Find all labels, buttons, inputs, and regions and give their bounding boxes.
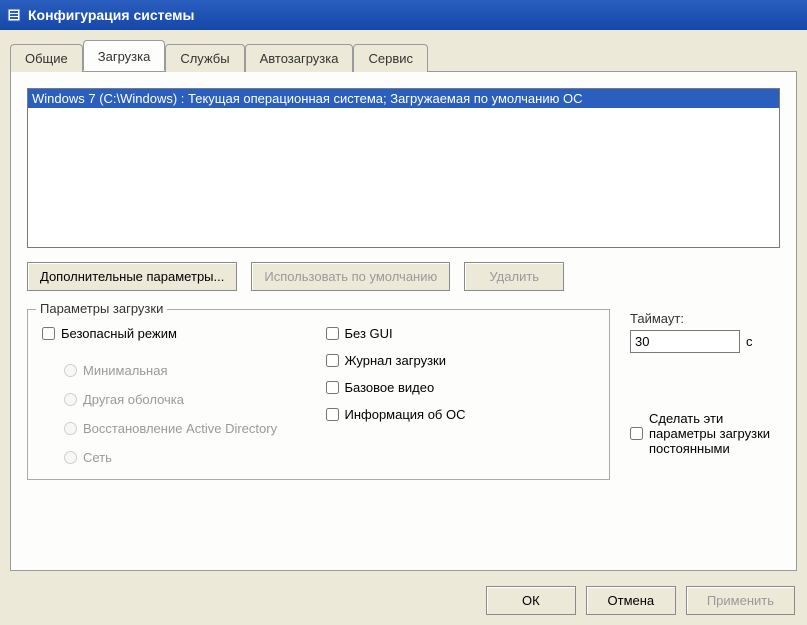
basevideo-label: Базовое видео [345, 380, 435, 395]
safeboot-altshell-label: Другая оболочка [83, 392, 184, 407]
timeout-unit: с [746, 334, 753, 349]
boot-options-legend: Параметры загрузки [36, 301, 167, 316]
safeboot-checkbox-input[interactable] [42, 327, 55, 340]
titlebar[interactable]: Конфигурация системы [0, 0, 807, 30]
safeboot-network-input [64, 451, 77, 464]
safeboot-minimal-radio: Минимальная [64, 363, 312, 378]
msconfig-window: Конфигурация системы Общие Загрузка Служ… [0, 0, 807, 625]
boot-entry-selected[interactable]: Windows 7 (C:\Windows) : Текущая операци… [28, 89, 779, 108]
persist-label: Сделать эти параметры загрузки постоянны… [649, 411, 780, 456]
timeout-label: Таймаут: [630, 311, 780, 326]
boot-options-right-col: Без GUI Журнал загрузки Базовое видео [326, 326, 596, 465]
nogui-label: Без GUI [345, 326, 393, 341]
safeboot-label: Безопасный режим [61, 326, 177, 341]
boot-options-group: Параметры загрузки Безопасный режим Мини… [27, 309, 610, 480]
ok-button[interactable]: ОК [486, 586, 576, 615]
safeboot-adrepair-label: Восстановление Active Directory [83, 421, 277, 436]
osinfo-checkbox[interactable]: Информация об ОС [326, 407, 596, 422]
delete-button: Удалить [464, 262, 564, 291]
window-title: Конфигурация системы [28, 7, 194, 23]
osinfo-label: Информация об ОС [345, 407, 466, 422]
basevideo-checkbox[interactable]: Базовое видео [326, 380, 596, 395]
safeboot-minimal-input [64, 364, 77, 377]
nogui-checkbox[interactable]: Без GUI [326, 326, 596, 341]
safeboot-checkbox[interactable]: Безопасный режим [42, 326, 312, 341]
tab-startup[interactable]: Автозагрузка [245, 44, 354, 72]
boot-right-column: Таймаут: с Сделать эти параметры загрузк… [630, 309, 780, 480]
bootlog-checkbox-input[interactable] [326, 354, 339, 367]
tab-services[interactable]: Службы [165, 44, 244, 72]
tab-general[interactable]: Общие [10, 44, 83, 72]
safeboot-network-label: Сеть [83, 450, 112, 465]
boot-entries-list[interactable]: Windows 7 (C:\Windows) : Текущая операци… [27, 88, 780, 248]
osinfo-checkbox-input[interactable] [326, 408, 339, 421]
boot-options-left-col: Безопасный режим Минимальная Другая обол… [42, 326, 312, 465]
timeout-input[interactable] [630, 330, 740, 353]
safeboot-adrepair-radio: Восстановление Active Directory [64, 421, 312, 436]
nogui-checkbox-input[interactable] [326, 327, 339, 340]
dialog-footer: ОК Отмена Применить [486, 586, 795, 615]
tab-strip: Общие Загрузка Службы Автозагрузка Серви… [0, 30, 807, 71]
boot-lower-section: Параметры загрузки Безопасный режим Мини… [27, 309, 780, 480]
app-icon [6, 7, 22, 23]
bootlog-checkbox[interactable]: Журнал загрузки [326, 353, 596, 368]
apply-button: Применить [686, 586, 795, 615]
persist-checkbox[interactable]: Сделать эти параметры загрузки постоянны… [630, 411, 780, 456]
set-default-button: Использовать по умолчанию [251, 262, 450, 291]
bootlog-label: Журнал загрузки [345, 353, 446, 368]
safeboot-network-radio: Сеть [64, 450, 312, 465]
tab-tools[interactable]: Сервис [353, 44, 428, 72]
boot-button-row: Дополнительные параметры... Использовать… [27, 262, 780, 291]
tab-boot[interactable]: Загрузка [83, 40, 166, 71]
basevideo-checkbox-input[interactable] [326, 381, 339, 394]
cancel-button[interactable]: Отмена [586, 586, 676, 615]
safeboot-altshell-input [64, 393, 77, 406]
safeboot-adrepair-input [64, 422, 77, 435]
persist-checkbox-input[interactable] [630, 427, 643, 440]
safeboot-altshell-radio: Другая оболочка [64, 392, 312, 407]
safeboot-minimal-label: Минимальная [83, 363, 168, 378]
tab-panel-boot: Windows 7 (C:\Windows) : Текущая операци… [10, 71, 797, 571]
advanced-options-button[interactable]: Дополнительные параметры... [27, 262, 237, 291]
